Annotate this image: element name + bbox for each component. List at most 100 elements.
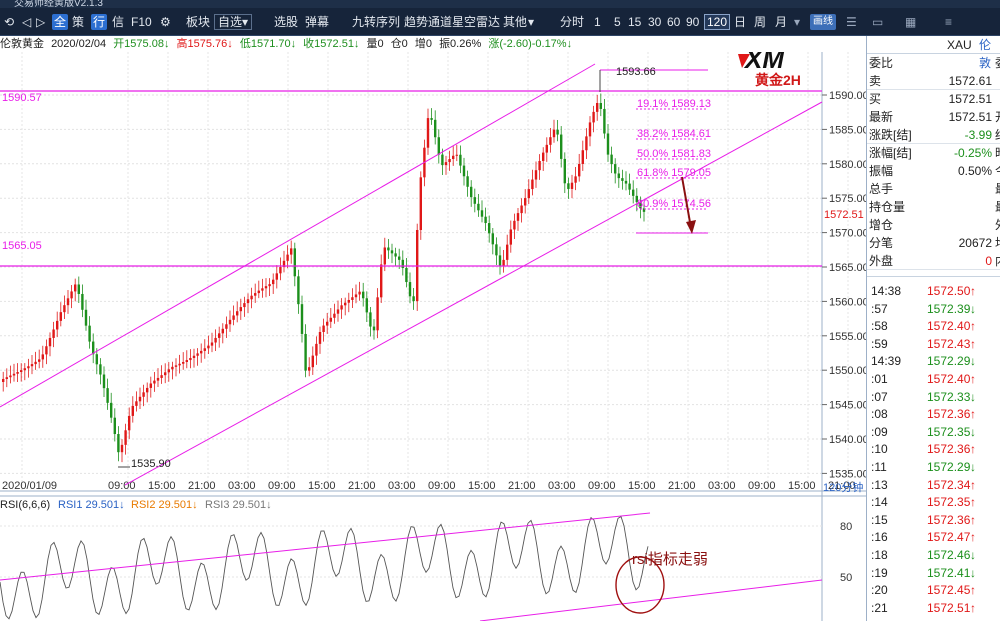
tool-screener[interactable]: 选股 xyxy=(274,14,298,30)
tool-trend-channel[interactable]: 趋势通道 xyxy=(404,14,452,30)
draw-line-button[interactable]: 画线 xyxy=(810,14,836,30)
candle-body xyxy=(246,299,250,304)
tick-price: 1572.39 xyxy=(927,301,971,316)
candle-body xyxy=(315,343,318,356)
chart-area[interactable]: 1590.00 1585.00 1580.00 1575.00 1570.00 1565.… xyxy=(0,44,896,621)
chevron-down-icon[interactable]: ▾ xyxy=(528,14,534,30)
candle-body xyxy=(495,244,498,256)
quote-row-label: 买 xyxy=(869,92,882,106)
period-15[interactable]: 15 xyxy=(628,14,641,30)
tick-row: :20 1572.45 ↑ xyxy=(867,582,1000,600)
candle-body xyxy=(509,229,512,245)
period-60[interactable]: 60 xyxy=(667,14,680,30)
tick-price: 1572.41 xyxy=(927,565,971,580)
time-tick-label: 15:00 xyxy=(628,480,656,492)
candle-body xyxy=(2,378,5,382)
tick-direction: ↓ xyxy=(970,565,976,580)
candle-body xyxy=(632,189,635,196)
settings-icon[interactable]: ⚙ xyxy=(160,14,171,30)
period-1[interactable]: 1 xyxy=(594,14,601,30)
candle-body xyxy=(38,359,41,362)
back-icon[interactable]: ⟲ xyxy=(4,14,14,30)
tick-time: :16 xyxy=(871,530,888,545)
tool-danmaku[interactable]: 弹幕 xyxy=(305,14,329,30)
layout-icon[interactable]: ▦ xyxy=(905,14,916,30)
tick-row: :58 1572.40 ↑ xyxy=(867,318,1000,336)
tool-sector[interactable]: 板块 xyxy=(186,14,210,30)
period-30[interactable]: 30 xyxy=(648,14,661,30)
price-tick-label: 1545.00 xyxy=(829,400,866,412)
candle-body xyxy=(171,366,174,370)
candle-body xyxy=(124,430,127,445)
candle-body xyxy=(185,360,188,362)
left-arrow-icon[interactable]: ◁ xyxy=(22,14,31,30)
candle-body xyxy=(131,405,134,416)
period-month[interactable]: 月 xyxy=(775,14,787,30)
low-label: 1535.90 xyxy=(131,458,171,470)
candle-body xyxy=(621,178,624,181)
period-week[interactable]: 周 xyxy=(754,14,766,30)
candle-body xyxy=(606,133,610,155)
candle-body xyxy=(333,313,336,318)
quote-row-value: 1572.61 xyxy=(948,74,992,88)
price-chart-svg[interactable]: 1590.00 1585.00 1580.00 1575.00 1570.00 1565.… xyxy=(0,44,896,621)
tool-f10[interactable]: F10 xyxy=(131,14,152,30)
candle-body xyxy=(297,276,300,305)
low-value: 低1571.70↓ xyxy=(239,38,297,50)
menu-icon[interactable]: ≡ xyxy=(945,14,952,30)
period-5[interactable]: 5 xyxy=(614,14,621,30)
candle-body xyxy=(513,220,516,230)
tool-star-radar[interactable]: 星空雷达 xyxy=(452,14,500,30)
quote-row-label: 振幅 xyxy=(869,164,894,178)
tick-time: :21 xyxy=(871,600,888,615)
tool-strategy[interactable]: 策 xyxy=(72,14,84,30)
tick-direction: ↓ xyxy=(970,547,976,562)
quote-row-value: 1572.51 xyxy=(948,110,992,124)
channel-upper-line[interactable] xyxy=(0,63,596,408)
candle-body xyxy=(542,152,545,161)
period-day[interactable]: 日 xyxy=(734,14,746,30)
watchlist-dropdown[interactable]: 自选▾ xyxy=(214,14,253,30)
price-tick-label: 1580.00 xyxy=(829,159,866,171)
tool-all[interactable]: 全 xyxy=(52,14,69,30)
tool-nine-sequence[interactable]: 九转序列 xyxy=(352,14,400,30)
panel-header[interactable]: XAU 伦敦 xyxy=(867,36,1000,70)
candle-body xyxy=(138,396,142,402)
high-label: 1593.66 xyxy=(616,66,656,78)
tick-time: :14 xyxy=(871,495,888,510)
tool-quote[interactable]: 行 xyxy=(91,14,108,30)
candle-body xyxy=(146,387,149,393)
tool-info[interactable]: 信 xyxy=(112,14,124,30)
candle-body xyxy=(448,159,451,163)
channel-lower-line[interactable] xyxy=(124,101,823,486)
candle-body xyxy=(455,154,458,156)
rsi-lower-trendline[interactable] xyxy=(479,579,823,621)
candle-body xyxy=(452,155,455,160)
tick-price: 1572.47 xyxy=(927,530,971,545)
candle-body xyxy=(437,137,440,155)
right-arrow-icon[interactable]: ▷ xyxy=(36,14,45,30)
period-90[interactable]: 90 xyxy=(686,14,699,30)
quote-row: 分笔 20672均 xyxy=(867,234,1000,252)
quote-row-label: 涨幅[结] xyxy=(869,146,912,160)
candle-body xyxy=(272,279,275,285)
quote-row-label: 涨跌[结] xyxy=(869,128,912,142)
candle-body xyxy=(77,284,80,294)
candle-body xyxy=(128,415,131,431)
chevron-down-icon[interactable]: ▾ xyxy=(794,14,800,30)
list-icon[interactable]: ☰ xyxy=(846,14,857,30)
period-timeshare[interactable]: 分时 xyxy=(560,14,584,30)
tick-time: :59 xyxy=(871,336,888,351)
tick-list[interactable]: 14:38 1572.50 ↑:57 1572.39 ↓:58 1572.40 ↑:59 15… xyxy=(867,283,1000,617)
tool-other[interactable]: 其他 xyxy=(503,14,527,30)
period-120[interactable]: 120 xyxy=(704,14,731,30)
candle-body xyxy=(408,282,412,297)
rsi-tick-80: 80 xyxy=(840,521,852,533)
rsi-upper-trendline[interactable] xyxy=(0,512,651,581)
price-tick-label: 1555.00 xyxy=(829,331,866,343)
minimize-icon[interactable]: ▭ xyxy=(872,14,883,30)
candle-body xyxy=(358,291,361,295)
fib-label: 80.9% 1574.56 xyxy=(637,198,711,210)
candle-body xyxy=(570,182,574,189)
candle-body xyxy=(322,325,325,332)
